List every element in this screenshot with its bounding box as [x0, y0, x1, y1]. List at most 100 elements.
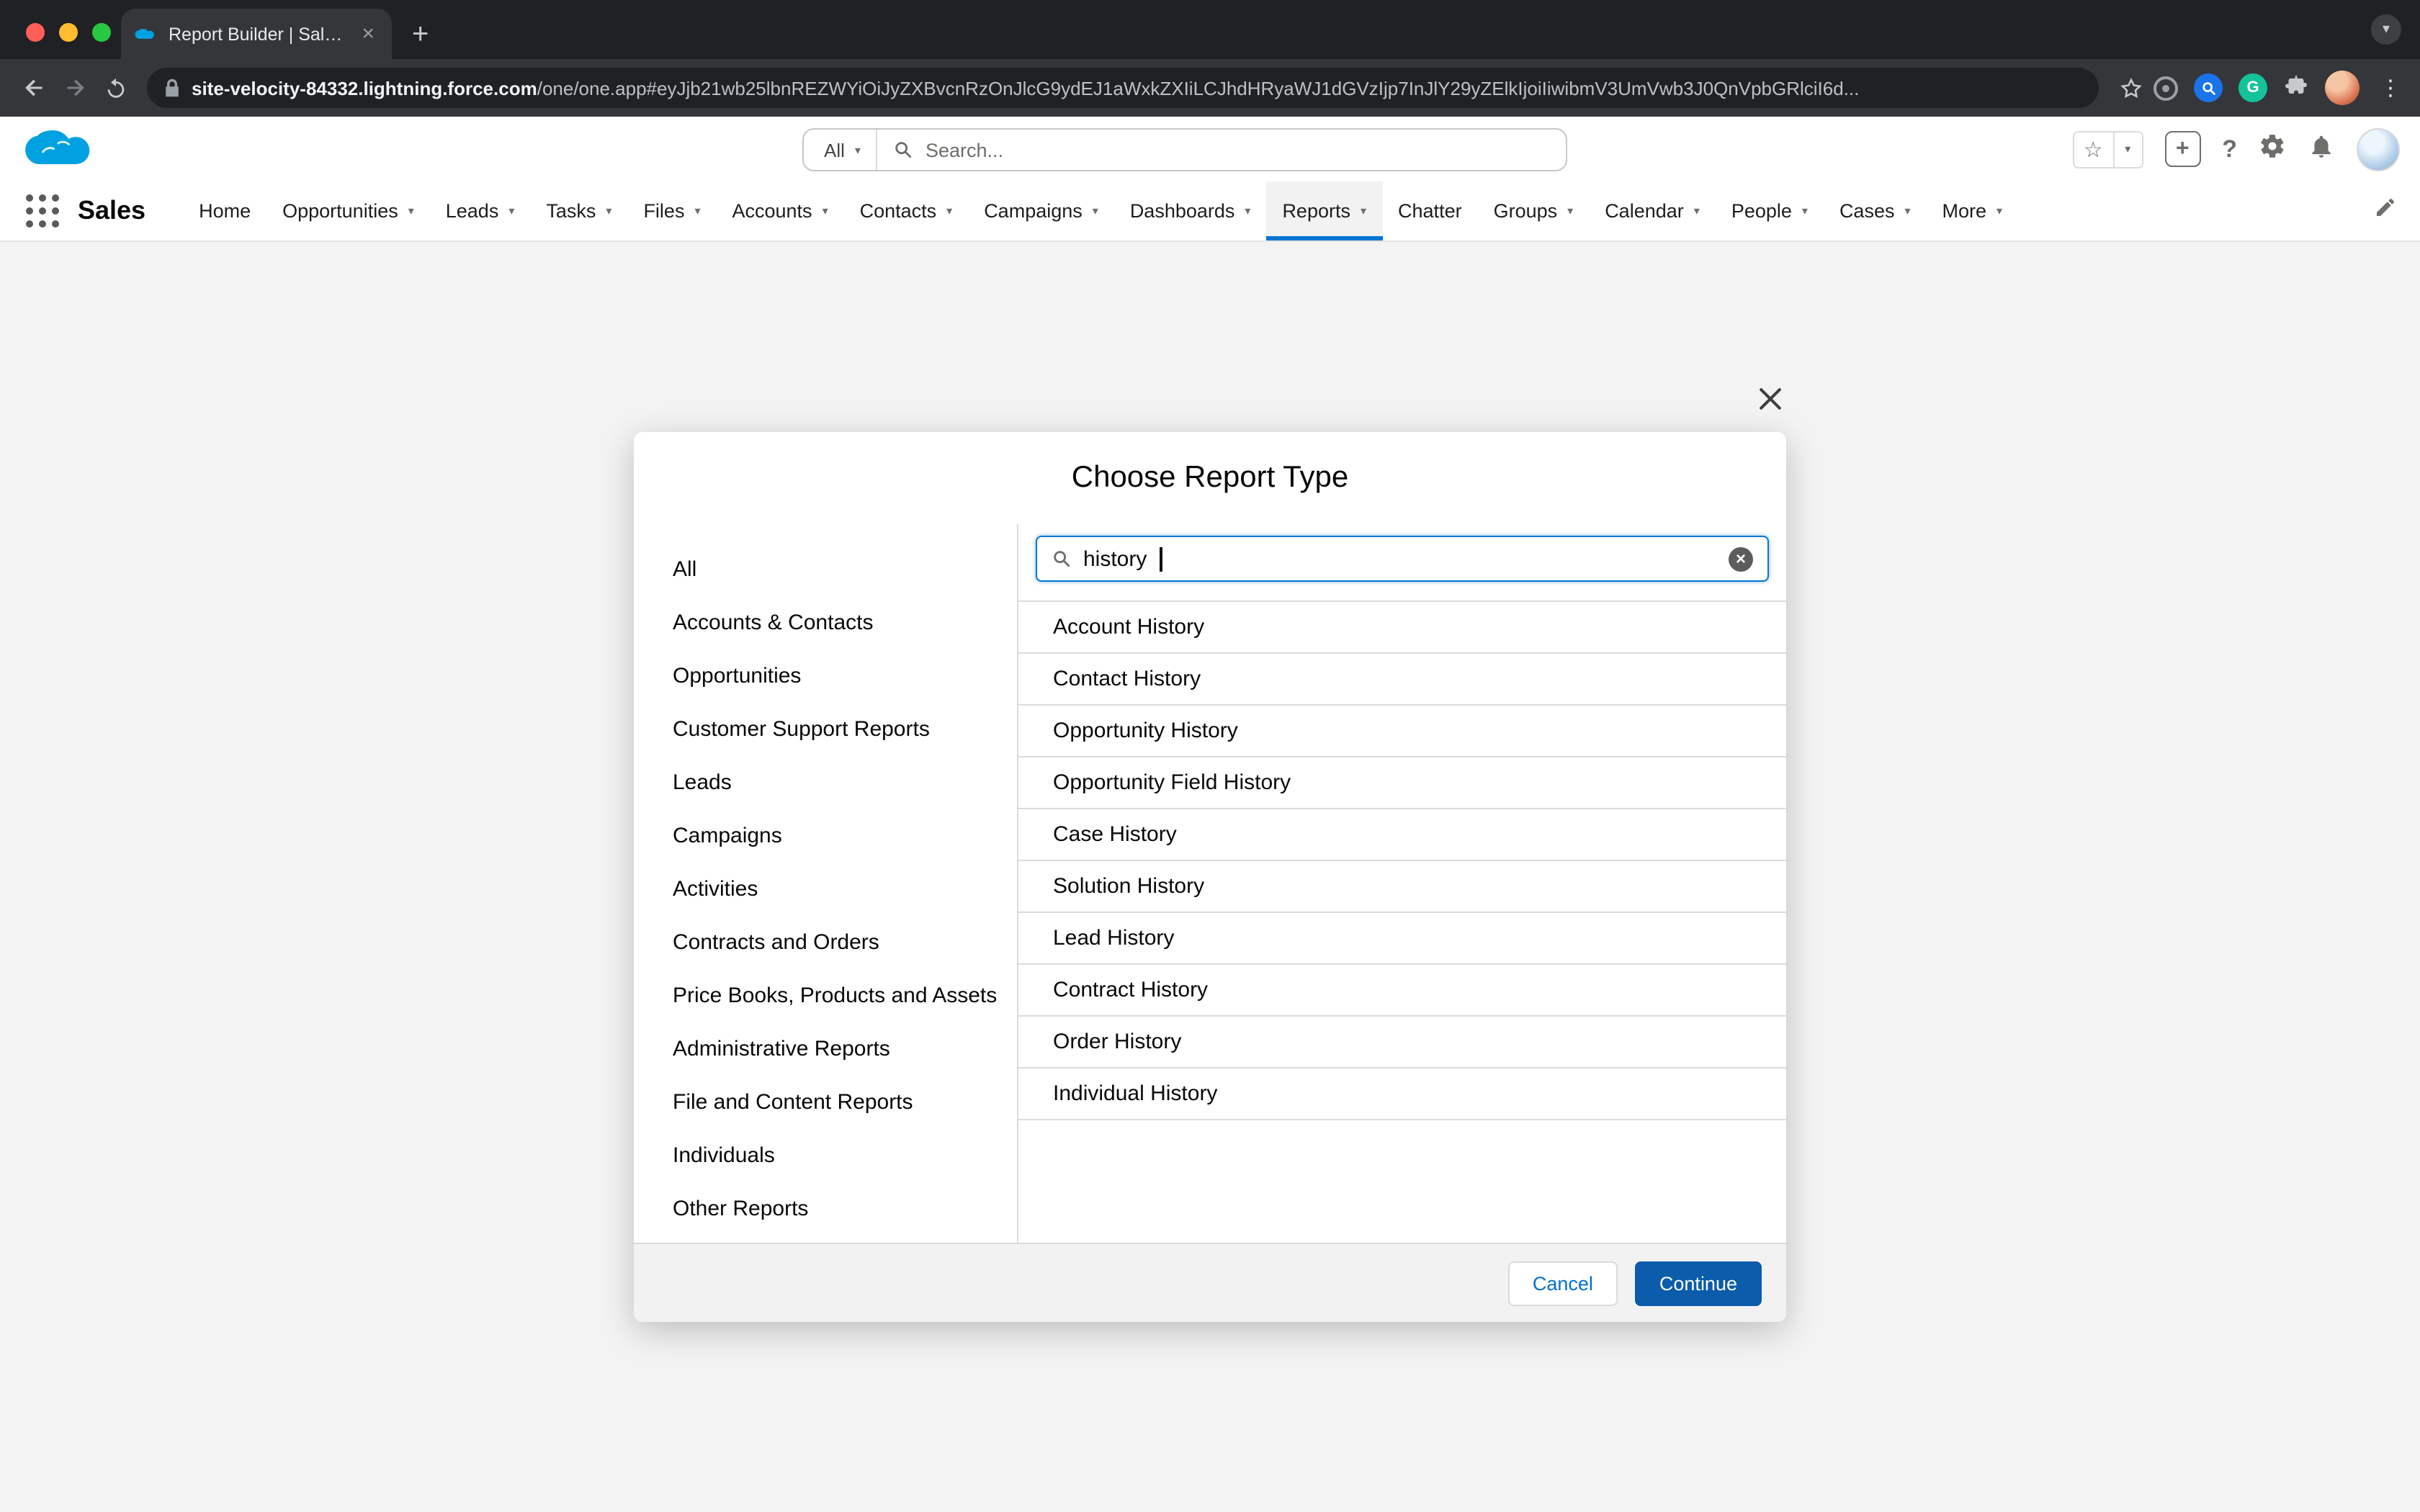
bookmark-star-icon[interactable]: [2110, 68, 2151, 108]
report-type-label: Case History: [1053, 822, 1177, 847]
back-icon[interactable]: [14, 68, 55, 108]
notifications-bell-icon[interactable]: [2308, 132, 2335, 166]
category-label: Administrative Reports: [673, 1037, 890, 1061]
chevron-down-icon: ▾: [1904, 204, 1910, 217]
category-label: Other Reports: [673, 1197, 808, 1221]
report-type-label: Solution History: [1053, 874, 1204, 899]
nav-tabs: Home Opportunities ▾ Leads ▾ Tasks ▾: [183, 181, 2368, 240]
report-type-result-row[interactable]: Case History: [1018, 809, 1786, 861]
nav-tab[interactable]: Home: [183, 181, 266, 240]
forward-icon[interactable]: [55, 68, 95, 108]
global-search-bar[interactable]: All ▾ Search...: [802, 128, 1567, 171]
category-item[interactable]: Customer Support Reports: [673, 703, 1017, 756]
extension-ring-icon[interactable]: [2154, 76, 2178, 100]
window-minimize-button[interactable]: [59, 23, 78, 42]
report-type-label: Lead History: [1053, 926, 1174, 950]
category-label: All: [673, 557, 696, 582]
modal-body: All Accounts & Contacts Opportunities Cu…: [634, 524, 1786, 1243]
nav-tab[interactable]: Campaigns ▾: [968, 181, 1114, 240]
extension-search-icon[interactable]: [2194, 73, 2223, 102]
url-path: /one/one.app#eyJjb21wb25lbnREZWYiOiJyZXB…: [537, 77, 1860, 99]
nav-tab[interactable]: People ▾: [1716, 181, 1824, 240]
chevron-down-icon: ▾: [694, 204, 700, 217]
favorites-list-icon[interactable]: ▾: [2114, 132, 2141, 166]
report-type-results-list: Account History Contact History Opportun…: [1018, 600, 1786, 1120]
app-launcher-icon[interactable]: [26, 194, 59, 228]
nav-tab[interactable]: Tasks ▾: [530, 181, 627, 240]
report-type-result-row[interactable]: Opportunity History: [1018, 706, 1786, 757]
category-item[interactable]: All: [673, 543, 1017, 596]
report-type-result-row[interactable]: Opportunity Field History: [1018, 757, 1786, 809]
category-item[interactable]: Activities: [673, 863, 1017, 916]
nav-tab[interactable]: Opportunities ▾: [266, 181, 430, 240]
modal-close-icon[interactable]: [1752, 380, 1789, 418]
edit-nav-pencil-icon[interactable]: [2374, 196, 2397, 226]
continue-button[interactable]: Continue: [1635, 1261, 1762, 1305]
help-icon[interactable]: ?: [2222, 135, 2237, 163]
report-type-label: Contact History: [1053, 667, 1201, 691]
category-item[interactable]: Other Reports: [673, 1182, 1017, 1236]
nav-tab[interactable]: Contacts ▾: [844, 181, 969, 240]
favorites-star-icon[interactable]: ☆: [2074, 132, 2114, 166]
category-item[interactable]: Opportunities: [673, 649, 1017, 703]
nav-tab[interactable]: Chatter: [1382, 181, 1478, 240]
clear-search-icon[interactable]: ×: [1729, 546, 1753, 571]
report-type-result-row[interactable]: Individual History: [1018, 1068, 1786, 1120]
nav-tab[interactable]: Cases ▾: [1824, 181, 1927, 240]
nav-tab-label: Opportunities: [282, 200, 398, 222]
report-type-result-row[interactable]: Account History: [1018, 602, 1786, 654]
tab-search-icon[interactable]: ▾: [2371, 14, 2401, 45]
chevron-down-icon: ▾: [1802, 204, 1808, 217]
category-item[interactable]: Contracts and Orders: [673, 916, 1017, 969]
report-type-search-input[interactable]: history ×: [1036, 536, 1769, 582]
report-type-result-row[interactable]: Contract History: [1018, 965, 1786, 1017]
chevron-down-icon: ▾: [1093, 204, 1098, 217]
chevron-down-icon: ▾: [1567, 204, 1573, 217]
setup-gear-icon[interactable]: [2259, 132, 2286, 166]
nav-tab[interactable]: Calendar ▾: [1589, 181, 1716, 240]
browser-menu-icon[interactable]: ⋮: [2375, 75, 2406, 101]
category-item[interactable]: Leads: [673, 756, 1017, 809]
search-icon: [1052, 549, 1072, 569]
address-bar[interactable]: site-velocity-84332.lightning.force.com/…: [147, 68, 2099, 108]
header-utilities: ☆ ▾ + ?: [2072, 117, 2400, 181]
category-item[interactable]: Price Books, Products and Assets: [673, 969, 1017, 1022]
nav-tab[interactable]: Dashboards ▾: [1114, 181, 1267, 240]
window-close-button[interactable]: [26, 23, 45, 42]
window-zoom-button[interactable]: [92, 23, 111, 42]
browser-tab[interactable]: Report Builder | Salesforce ×: [121, 9, 392, 59]
nav-tab[interactable]: Accounts ▾: [717, 181, 844, 240]
report-type-label: Opportunity History: [1053, 719, 1238, 743]
extensions-puzzle-icon[interactable]: [2283, 71, 2309, 104]
chevron-down-icon: ▾: [823, 204, 828, 217]
nav-tab[interactable]: Groups ▾: [1478, 181, 1590, 240]
browser-profile-avatar[interactable]: [2325, 71, 2360, 105]
global-actions-icon[interactable]: +: [2164, 131, 2200, 167]
report-type-result-row[interactable]: Order History: [1018, 1017, 1786, 1068]
nav-tab[interactable]: Leads ▾: [430, 181, 531, 240]
nav-tab-label: Cases: [1839, 200, 1895, 222]
search-scope-selector[interactable]: All ▾: [804, 130, 878, 170]
user-avatar[interactable]: [2357, 127, 2400, 171]
report-type-result-row[interactable]: Lead History: [1018, 913, 1786, 965]
choose-report-type-modal: Choose Report Type All Accounts & Contac…: [634, 432, 1786, 1322]
category-item[interactable]: Administrative Reports: [673, 1022, 1017, 1076]
category-item[interactable]: Campaigns: [673, 809, 1017, 863]
report-type-result-row[interactable]: Solution History: [1018, 861, 1786, 913]
browser-window: Report Builder | Salesforce × + ▾ site-v…: [0, 0, 2420, 1512]
grammarly-icon[interactable]: G: [2238, 73, 2267, 102]
new-tab-icon[interactable]: +: [412, 20, 429, 49]
nav-tab-label: Tasks: [546, 200, 596, 222]
nav-tab[interactable]: Reports ▾: [1266, 181, 1382, 240]
category-item[interactable]: Accounts & Contacts: [673, 596, 1017, 649]
url-text: site-velocity-84332.lightning.force.com/…: [192, 77, 1859, 99]
reload-icon[interactable]: [95, 68, 135, 108]
tab-close-icon[interactable]: ×: [357, 22, 379, 46]
nav-tab[interactable]: Files ▾: [627, 181, 716, 240]
nav-tab[interactable]: More ▾: [1927, 181, 2019, 240]
cancel-button[interactable]: Cancel: [1508, 1261, 1618, 1305]
category-item[interactable]: File and Content Reports: [673, 1076, 1017, 1129]
report-type-label: Opportunity Field History: [1053, 770, 1291, 795]
category-item[interactable]: Individuals: [673, 1129, 1017, 1182]
report-type-result-row[interactable]: Contact History: [1018, 654, 1786, 706]
